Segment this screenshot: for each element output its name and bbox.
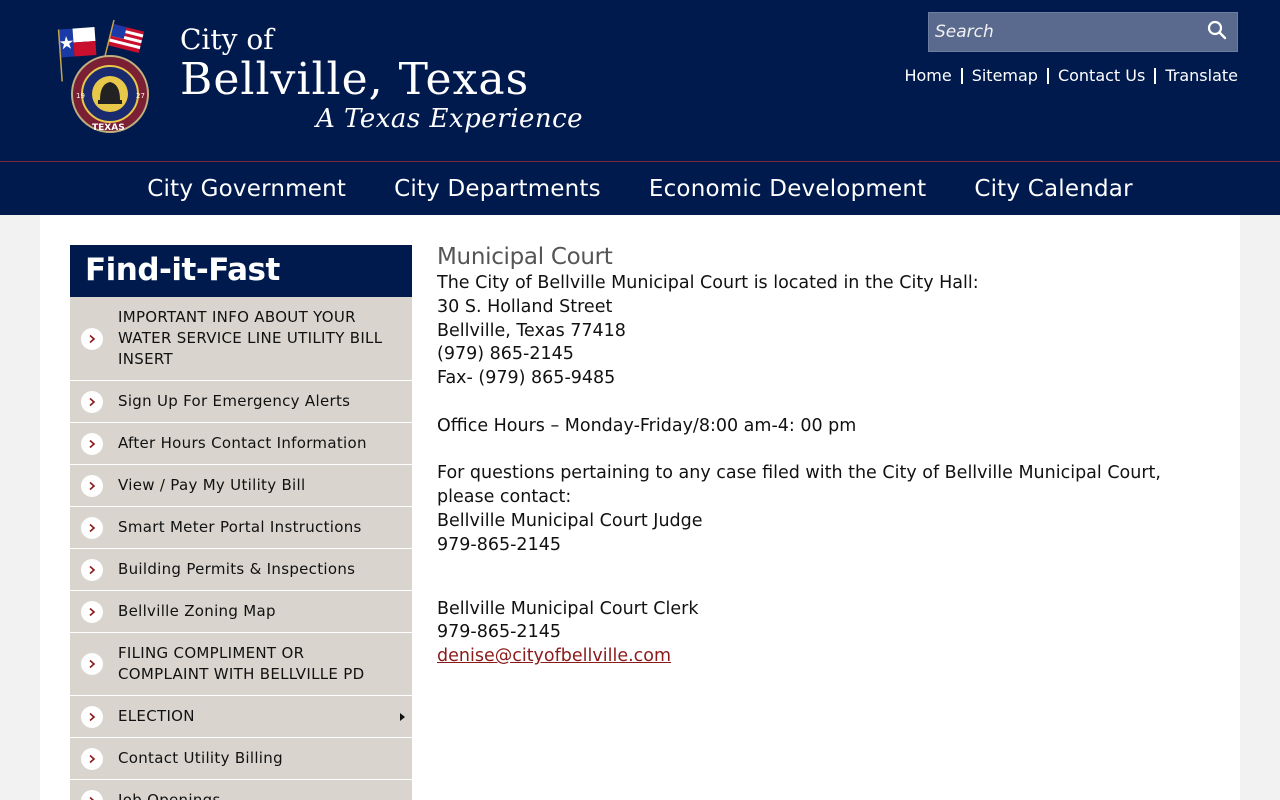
- sidebar-item-pay-utility-bill[interactable]: View / Pay My Utility Bill: [70, 465, 412, 507]
- nav-city-calendar[interactable]: City Calendar: [974, 176, 1132, 202]
- nav-city-departments[interactable]: City Departments: [394, 176, 601, 202]
- sidebar-item-label: Smart Meter Portal Instructions: [118, 518, 362, 536]
- nav-economic-development[interactable]: Economic Development: [649, 176, 926, 202]
- clerk-phone: 979-865-2145: [437, 622, 561, 643]
- sidebar-item-building-permits[interactable]: Building Permits & Inspections: [70, 549, 412, 591]
- court-fax: Fax- (979) 865-9485: [437, 368, 616, 389]
- judge-title: Bellville Municipal Court Judge: [437, 510, 703, 531]
- sidebar-item-smart-meter[interactable]: Smart Meter Portal Instructions: [70, 507, 412, 549]
- search-bar: [928, 12, 1238, 52]
- clerk-title: Bellville Municipal Court Clerk: [437, 598, 699, 619]
- page-title: Municipal Court: [437, 244, 613, 270]
- seal-year-right: 27: [136, 92, 145, 100]
- site-header: 19 27 TEXAS City of Bellville, Texas A T…: [0, 0, 1280, 161]
- city-seal-logo[interactable]: 19 27 TEXAS: [52, 18, 156, 138]
- seal-year-left: 19: [76, 92, 85, 100]
- sidebar-item-label: FILING COMPLIMENT OR COMPLAINT WITH BELL…: [118, 644, 365, 683]
- sidebar-item-election[interactable]: ELECTION: [70, 696, 412, 738]
- sidebar-item-water-service-info[interactable]: IMPORTANT INFO ABOUT YOUR WATER SERVICE …: [70, 297, 412, 381]
- chevron-right-icon: [81, 390, 103, 413]
- sidebar-item-label: Building Permits & Inspections: [118, 560, 356, 578]
- site-title[interactable]: City of Bellville, Texas: [180, 24, 529, 104]
- chevron-right-icon: [81, 653, 103, 675]
- site-tagline: A Texas Experience: [316, 104, 584, 134]
- chevron-right-icon: [81, 789, 103, 800]
- chevron-right-icon: [81, 600, 103, 623]
- court-phone: (979) 865-2145: [437, 344, 574, 365]
- sidebar-item-label: IMPORTANT INFO ABOUT YOUR WATER SERVICE …: [118, 308, 383, 368]
- chevron-right-icon: [81, 747, 103, 770]
- sidebar-item-label: Contact Utility Billing: [118, 749, 283, 767]
- court-location-text: The City of Bellville Municipal Court is…: [437, 273, 979, 293]
- submenu-arrow-icon: [400, 712, 405, 721]
- sidebar-title: Find-it-Fast: [70, 245, 412, 297]
- court-address-street: 30 S. Holland Street: [437, 296, 613, 317]
- utility-nav: Home Sitemap Contact Us Translate: [904, 66, 1238, 85]
- judge-phone: 979-865-2145: [437, 534, 561, 555]
- site-title-name: Bellville, Texas: [180, 54, 530, 105]
- utility-link-sitemap[interactable]: Sitemap: [972, 66, 1038, 85]
- sidebar-item-label: ELECTION: [118, 707, 195, 725]
- find-it-fast-sidebar: Find-it-Fast IMPORTANT INFO ABOUT YOUR W…: [70, 245, 412, 800]
- sidebar-item-filing-complaint[interactable]: FILING COMPLIMENT OR COMPLAINT WITH BELL…: [70, 633, 412, 696]
- questions-text-cont: please contact:: [437, 487, 572, 508]
- search-icon[interactable]: [1205, 19, 1229, 43]
- utility-divider: [1154, 67, 1157, 84]
- utility-divider: [960, 67, 963, 84]
- sidebar-item-zoning-map[interactable]: Bellville Zoning Map: [70, 591, 412, 633]
- chevron-right-icon: [81, 705, 103, 728]
- main-content: Municipal Court The City of Bellville Mu…: [437, 242, 1217, 669]
- sidebar-item-label: Sign Up For Emergency Alerts: [118, 392, 351, 410]
- utility-link-contact[interactable]: Contact Us: [1058, 66, 1145, 85]
- seal-bottom-text: TEXAS: [92, 123, 125, 133]
- chevron-right-icon: [81, 516, 103, 539]
- court-address-city: Bellville, Texas 77418: [437, 320, 626, 341]
- nav-city-government[interactable]: City Government: [147, 176, 346, 202]
- sidebar-item-label: Job Openings: [118, 791, 221, 800]
- office-hours: Office Hours – Monday-Friday/8:00 am-4: …: [437, 415, 857, 436]
- chevron-right-icon: [81, 432, 103, 455]
- questions-text: For questions pertaining to any case fil…: [437, 463, 1161, 484]
- sidebar-item-label: After Hours Contact Information: [118, 434, 367, 452]
- sidebar-item-contact-utility-billing[interactable]: Contact Utility Billing: [70, 738, 412, 780]
- sidebar-item-after-hours[interactable]: After Hours Contact Information: [70, 423, 412, 465]
- main-nav: City Government City Departments Economi…: [0, 162, 1280, 215]
- utility-link-translate[interactable]: Translate: [1165, 66, 1238, 85]
- sidebar-item-label: View / Pay My Utility Bill: [118, 476, 306, 494]
- search-input[interactable]: [929, 13, 1199, 51]
- sidebar-item-emergency-alerts[interactable]: Sign Up For Emergency Alerts: [70, 381, 412, 423]
- clerk-email-link[interactable]: denise@cityofbellville.com: [437, 646, 671, 666]
- utility-link-home[interactable]: Home: [904, 66, 951, 85]
- chevron-right-icon: [81, 558, 103, 581]
- chevron-right-icon: [81, 327, 103, 350]
- sidebar-item-label: Bellville Zoning Map: [118, 602, 276, 620]
- sidebar-item-job-openings[interactable]: Job Openings: [70, 780, 412, 800]
- chevron-right-icon: [81, 474, 103, 497]
- site-title-prefix: City of: [180, 23, 274, 56]
- utility-divider: [1046, 67, 1049, 84]
